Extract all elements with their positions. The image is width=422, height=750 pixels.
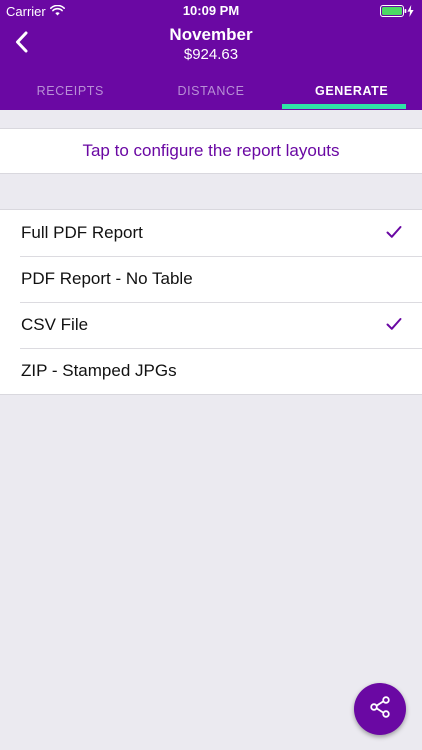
charging-icon xyxy=(407,5,414,20)
report-option-label: ZIP - Stamped JPGs xyxy=(21,361,177,380)
report-option-csv[interactable]: CSV File xyxy=(0,302,422,348)
chevron-left-icon xyxy=(14,30,30,59)
checkmark-icon xyxy=(386,225,402,239)
report-options-list: Full PDF Report PDF Report - No Table CS… xyxy=(0,209,422,395)
tab-receipts[interactable]: RECEIPTS xyxy=(0,72,141,110)
total-amount: $924.63 xyxy=(183,46,239,63)
report-option-label: CSV File xyxy=(21,315,89,334)
tab-indicator xyxy=(282,104,406,109)
page-title: November xyxy=(169,25,253,44)
battery-icon xyxy=(380,5,407,20)
report-option-full-pdf[interactable]: Full PDF Report xyxy=(0,210,422,256)
report-option-label: Full PDF Report xyxy=(21,223,143,242)
app-header: Carrier 10:09 PM November $924.63 RECEIP… xyxy=(0,0,422,110)
status-bar: Carrier 10:09 PM xyxy=(0,0,422,22)
configure-layouts-label: Tap to configure the report layouts xyxy=(82,141,340,160)
configure-layouts-button[interactable]: Tap to configure the report layouts xyxy=(0,128,422,174)
report-option-zip[interactable]: ZIP - Stamped JPGs xyxy=(0,348,422,394)
checkmark-icon xyxy=(386,317,402,331)
share-button[interactable] xyxy=(354,683,406,735)
back-button[interactable] xyxy=(6,28,38,60)
report-option-pdf-no-table[interactable]: PDF Report - No Table xyxy=(0,256,422,302)
title-block: November $924.63 xyxy=(60,24,362,64)
status-time: 10:09 PM xyxy=(182,3,240,18)
share-icon xyxy=(368,695,392,724)
tab-distance[interactable]: DISTANCE xyxy=(141,72,282,110)
battery-indicator xyxy=(380,5,414,20)
report-option-label: PDF Report - No Table xyxy=(21,269,193,288)
